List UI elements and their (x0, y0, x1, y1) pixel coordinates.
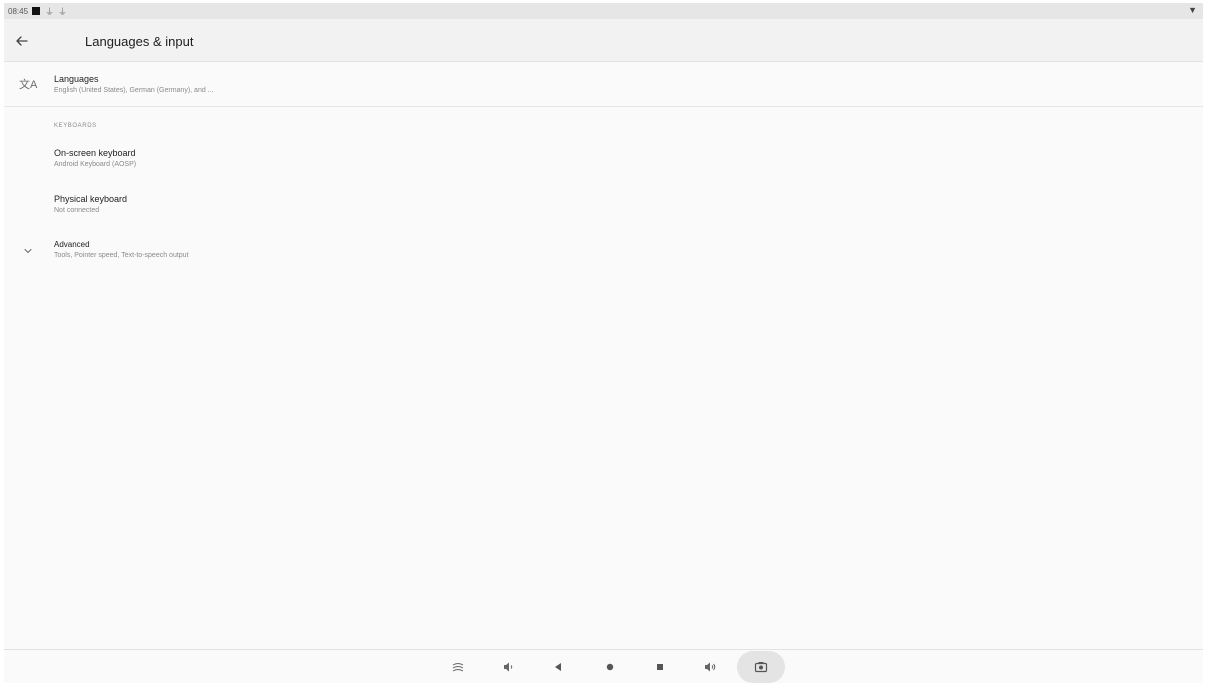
wifi-icon: ▼ (1188, 5, 1197, 15)
advanced-summary: Tools, Pointer speed, Text-to-speech out… (54, 252, 189, 259)
physical-keyboard-summary: Not connected (54, 207, 100, 214)
android-screen: 08:45 ⏚ ⏚ ▼ Languages & input 文A Languag… (4, 3, 1203, 683)
advanced-row[interactable]: Advanced Tools, Pointer speed, Text-to-s… (4, 234, 1203, 268)
languages-title: Languages (54, 74, 99, 84)
arrow-back-icon[interactable] (12, 31, 32, 51)
on-screen-keyboard-row[interactable]: On-screen keyboard Android Keyboard (AOS… (4, 140, 1203, 182)
collapse-icon[interactable] (450, 659, 466, 675)
volume-down-icon[interactable] (500, 659, 516, 675)
physical-keyboard-title: Physical keyboard (54, 194, 128, 204)
navigation-bar (4, 649, 1203, 683)
volume-up-icon[interactable] (702, 659, 718, 675)
page-title: Languages & input (85, 34, 194, 49)
usb-icon: ⏚ (45, 7, 55, 17)
back-icon[interactable] (550, 659, 566, 675)
languages-row[interactable]: 文A Languages English (United States), Ge… (4, 62, 1203, 107)
status-time: 08:45 (8, 7, 29, 16)
physical-keyboard-row[interactable]: Physical keyboard Not connected (4, 186, 1203, 228)
translate-icon: 文A (19, 79, 38, 91)
on-screen-keyboard-summary: Android Keyboard (AOSP) (54, 161, 137, 168)
recents-icon[interactable] (652, 659, 668, 675)
home-icon[interactable] (602, 659, 618, 675)
chevron-down-icon (22, 244, 34, 256)
keyboards-category-label: KEYBOARDS (54, 123, 97, 129)
advanced-title: Advanced (54, 240, 90, 249)
on-screen-keyboard-title: On-screen keyboard (54, 148, 136, 158)
notification-square-icon (32, 7, 40, 15)
app-bar: Languages & input (4, 19, 1203, 62)
languages-summary: English (United States), German (Germany… (54, 87, 214, 94)
status-bar: 08:45 ⏚ ⏚ ▼ (4, 3, 1203, 19)
screenshot-icon (754, 662, 768, 673)
screenshot-button[interactable] (737, 651, 785, 683)
usb-icon: ⏚ (58, 7, 68, 17)
